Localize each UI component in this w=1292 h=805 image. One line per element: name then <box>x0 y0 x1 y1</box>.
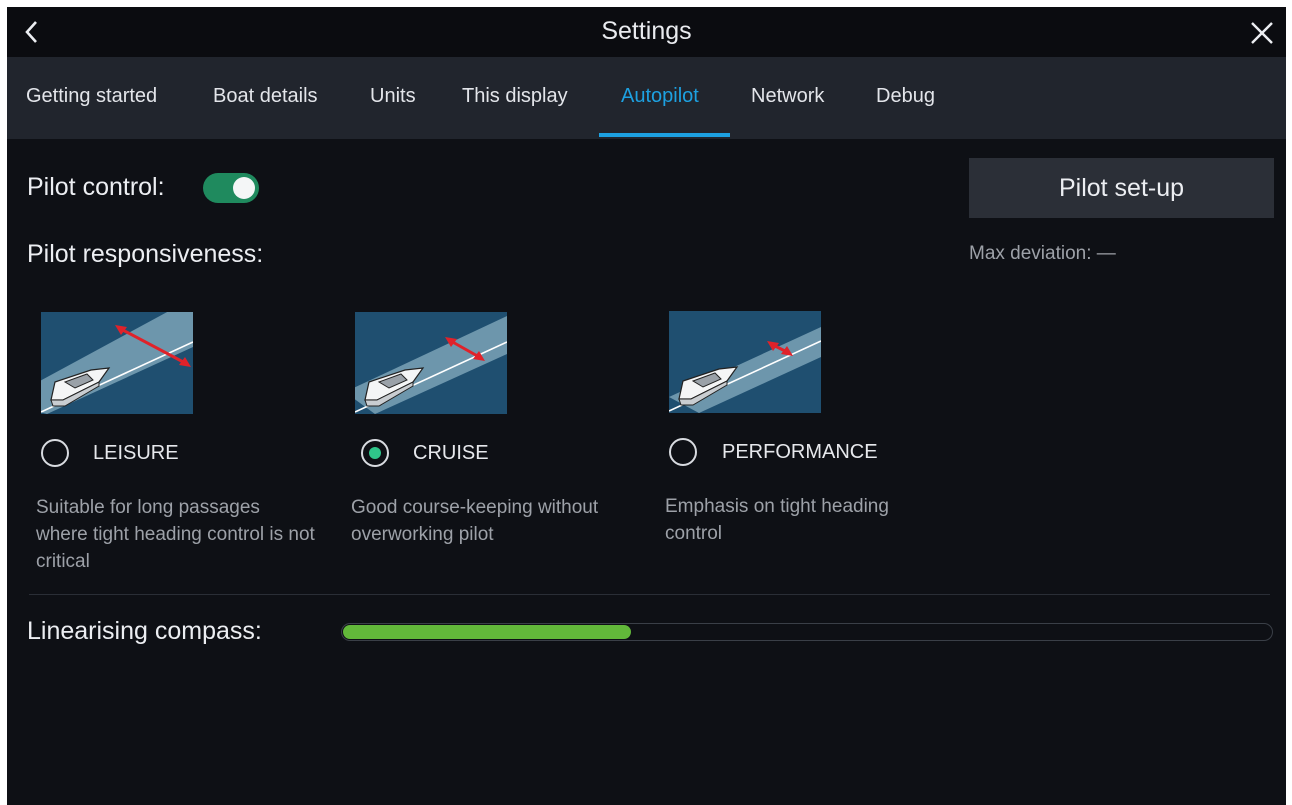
cruise-label: CRUISE <box>413 442 489 464</box>
tab-units[interactable]: Units <box>370 85 416 108</box>
tab-boat-details[interactable]: Boat details <box>213 85 318 108</box>
performance-radio[interactable] <box>669 438 697 466</box>
tab-autopilot[interactable]: Autopilot <box>621 85 699 108</box>
cruise-description: Good course-keeping without overworking … <box>351 497 599 545</box>
cruise-radio[interactable] <box>361 439 389 467</box>
tab-debug[interactable]: Debug <box>876 85 935 108</box>
compass-progress-fill <box>343 625 631 639</box>
linearising-compass-label: Linearising compass: <box>27 617 262 645</box>
pilot-control-label: Pilot control: <box>27 173 165 201</box>
cruise-illustration <box>355 312 507 414</box>
tab-this-display[interactable]: This display <box>462 85 568 108</box>
leisure-illustration <box>41 312 193 414</box>
title-bar: Settings <box>7 7 1286 57</box>
close-button[interactable] <box>1248 19 1276 47</box>
page-title: Settings <box>601 17 692 45</box>
performance-description: Emphasis on tight heading control <box>665 496 889 544</box>
section-divider <box>29 594 1270 595</box>
pilot-control-toggle[interactable] <box>203 173 259 203</box>
tab-getting-started[interactable]: Getting started <box>26 85 157 108</box>
settings-screen: Settings Getting started Boat details Un… <box>7 7 1286 805</box>
tab-network[interactable]: Network <box>751 85 824 108</box>
performance-label: PERFORMANCE <box>722 441 878 463</box>
close-icon <box>1251 22 1273 44</box>
max-deviation-text: Max deviation: — <box>969 243 1116 264</box>
leisure-label: LEISURE <box>93 442 179 464</box>
leisure-radio[interactable] <box>41 439 69 467</box>
settings-tabs: Getting started Boat details Units This … <box>7 57 1286 139</box>
active-tab-indicator <box>599 133 730 137</box>
performance-illustration <box>669 311 821 413</box>
pilot-setup-button[interactable]: Pilot set-up <box>969 158 1274 218</box>
leisure-description: Suitable for long passages where tight h… <box>36 497 315 572</box>
toggle-knob <box>233 177 255 199</box>
pilot-responsiveness-label: Pilot responsiveness: <box>27 240 264 268</box>
compass-progress-bar <box>341 623 1273 641</box>
